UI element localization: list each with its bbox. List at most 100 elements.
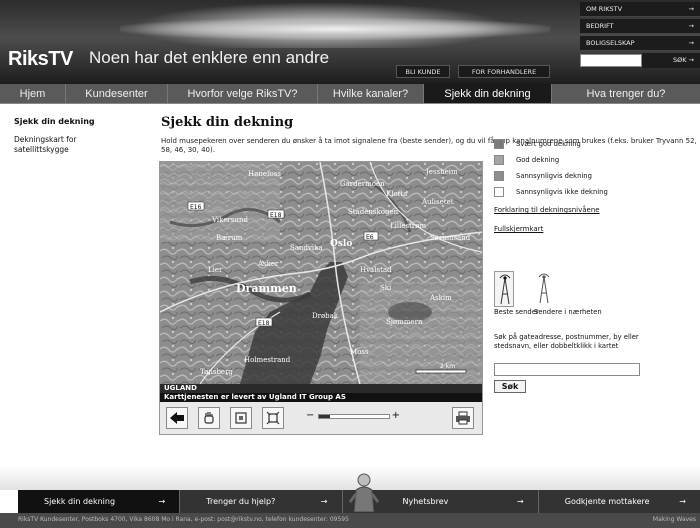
- map-label: Lier: [208, 266, 223, 274]
- arrow-right-icon: →: [517, 497, 524, 506]
- link-dekningsnivaer[interactable]: Forklaring til dekningsnivåene: [494, 206, 694, 214]
- arrow-right-icon: →: [158, 497, 166, 506]
- road-label: E18: [258, 320, 270, 327]
- map-canvas: Hønefoss Jessheim Gardermoen Klofta Auli…: [160, 162, 482, 384]
- footer-link-trenger-du-hjelp[interactable]: Trenger du hjelp? →: [180, 490, 343, 513]
- map-label: Lillestrøm: [390, 222, 426, 230]
- header-wave-image: [120, 18, 550, 40]
- zoom-track[interactable]: [318, 414, 390, 419]
- map-label: Hønefoss: [248, 170, 281, 178]
- nav-sjekk-din-dekning[interactable]: Sjekk din dekning: [424, 84, 552, 103]
- map-label: Holmestrand: [244, 356, 291, 364]
- legend-item: Svært god dekning: [494, 137, 694, 150]
- nav-hvorfor-velge[interactable]: Hvorfor velge RiksTV?: [168, 84, 318, 103]
- arrow-right-icon: →: [688, 22, 694, 30]
- legend-swatch: [494, 138, 504, 149]
- legend-item: Sannsynligvis dekning: [494, 169, 694, 182]
- print-icon[interactable]: [452, 407, 474, 429]
- arrow-right-icon: →: [320, 497, 328, 506]
- map-credit: Karttjenesten er levert av Ugland IT Gro…: [160, 393, 482, 402]
- sidebar: Sjekk din dekning Dekningskart for satel…: [14, 117, 134, 155]
- map-scale: 2 km: [440, 363, 455, 370]
- zoom-in-icon[interactable]: +: [392, 410, 400, 421]
- legend-swatch: [494, 154, 504, 165]
- footer-address: RiksTV Kundesenter, Postboks 4700, Vika …: [18, 516, 349, 523]
- site-header: RiksTV Noen har det enklere enn andre BL…: [0, 0, 700, 84]
- map-label: Sandvika: [290, 244, 323, 252]
- map-toolbar: − +: [160, 402, 482, 434]
- top-link-bedrift[interactable]: BEDRIFT →: [580, 19, 700, 34]
- sidebar-item-sjekk-din-dekning[interactable]: Sjekk din dekning: [14, 117, 134, 126]
- map-label: Aulisetet: [421, 198, 454, 206]
- map-label-oslo: Oslo: [330, 239, 352, 249]
- map-label: Asker: [257, 260, 279, 268]
- coverage-legend: Svært god dekning God dekning Sannsynlig…: [494, 137, 694, 233]
- zoom-out-icon[interactable]: −: [306, 410, 314, 421]
- arrow-right-icon: →: [679, 497, 686, 506]
- antenna-nearby-label: Sendere i nærheten: [534, 308, 602, 316]
- map-label: Askim: [429, 294, 452, 302]
- arrow-right-icon: →: [688, 5, 694, 13]
- search-button[interactable]: SØK →: [642, 53, 700, 68]
- map-label: Gardermoen: [340, 180, 385, 188]
- sidebar-item-satellittskygge[interactable]: Dekningskart for satellittskygge: [14, 135, 124, 155]
- legend-swatch: [494, 170, 504, 181]
- bli-kunde-button[interactable]: BLI KUNDE: [396, 65, 450, 78]
- nav-kundesenter[interactable]: Kundesenter: [66, 84, 168, 103]
- zoom-slider[interactable]: − +: [306, 410, 400, 422]
- header-search: SØK →: [580, 53, 700, 68]
- coverage-map-panel: Hønefoss Jessheim Gardermoen Klofta Auli…: [159, 161, 483, 435]
- map-label: Sjømmern: [386, 318, 423, 326]
- rikstv-logo[interactable]: RiksTV: [8, 48, 73, 71]
- map-label: Sørumsand: [430, 234, 471, 242]
- antenna-legend: Beste sender Sendere i nærheten: [494, 271, 614, 331]
- map-label: Moss: [350, 348, 369, 356]
- page-title: Sjekk din dekning: [161, 115, 294, 130]
- nav-hvilke-kanaler[interactable]: Hvilke kanaler?: [318, 84, 424, 103]
- map-label: Tønsberg: [200, 368, 233, 376]
- coverage-map[interactable]: Hønefoss Jessheim Gardermoen Klofta Auli…: [160, 162, 482, 384]
- map-label: Stadenskogen: [348, 208, 399, 216]
- map-label: Jessheim: [425, 168, 458, 176]
- map-label: Ski: [380, 284, 392, 292]
- footer-link-sjekk-din-dekning[interactable]: Sjekk din dekning →: [18, 490, 181, 513]
- address-search-help: Søk på gateadresse, postnummer, by eller…: [494, 333, 639, 350]
- for-forhandlere-button[interactable]: FOR FORHANDLERE: [458, 65, 550, 78]
- nav-hva-trenger-du[interactable]: Hva trenger du?: [552, 84, 700, 103]
- legend-swatch: [494, 186, 504, 197]
- antenna-best-label: Beste sender: [494, 308, 539, 316]
- road-label: E6: [366, 234, 374, 241]
- mascot-illustration: [348, 472, 380, 513]
- arrow-right-icon: →: [688, 39, 694, 47]
- map-label: Bærum: [216, 234, 243, 242]
- zoom-level: [319, 415, 330, 418]
- address-search-input[interactable]: [494, 363, 640, 376]
- main-nav: Hjem Kundesenter Hvorfor velge RiksTV? H…: [0, 84, 700, 104]
- map-label-drammen: Drammen: [236, 282, 297, 295]
- header-tagline: Noen har det enklere enn andre: [89, 48, 330, 67]
- hand-icon[interactable]: [198, 407, 220, 429]
- footer-link-godkjente-mottakere[interactable]: Godkjente mottakere →: [538, 490, 700, 513]
- top-link-boligselskap[interactable]: BOLIGSELSKAP →: [580, 36, 700, 51]
- search-input[interactable]: [580, 54, 642, 67]
- arrow-left-icon[interactable]: [166, 407, 188, 429]
- map-label: Vikersund: [211, 216, 249, 224]
- full-extent-icon[interactable]: [262, 407, 284, 429]
- footer-credit[interactable]: Making Waves: [653, 516, 696, 523]
- map-label: Drøbak: [312, 312, 339, 320]
- legend-item: Sannsynligvis ikke dekning: [494, 185, 694, 198]
- legend-item: God dekning: [494, 153, 694, 166]
- road-label: E16: [190, 204, 202, 211]
- top-link-om-rikstv[interactable]: OM RIKSTV →: [580, 2, 700, 17]
- link-fullskjermkart[interactable]: Fullskjermkart: [494, 225, 694, 233]
- antenna-best-icon: [494, 271, 514, 307]
- footer-bottom: RiksTV Kundesenter, Postboks 4700, Vika …: [0, 513, 700, 528]
- nav-hjem[interactable]: Hjem: [0, 84, 66, 103]
- sok-button[interactable]: Søk: [494, 380, 526, 393]
- map-label: Hvalstad: [360, 266, 392, 274]
- ugland-logo: UGLAND: [160, 384, 482, 393]
- top-links: OM RIKSTV → BEDRIFT → BOLIGSELSKAP → SØK…: [580, 2, 700, 68]
- zoom-box-icon[interactable]: [230, 407, 252, 429]
- map-label: Klofta: [386, 190, 407, 198]
- antenna-nearby-icon: [534, 271, 554, 307]
